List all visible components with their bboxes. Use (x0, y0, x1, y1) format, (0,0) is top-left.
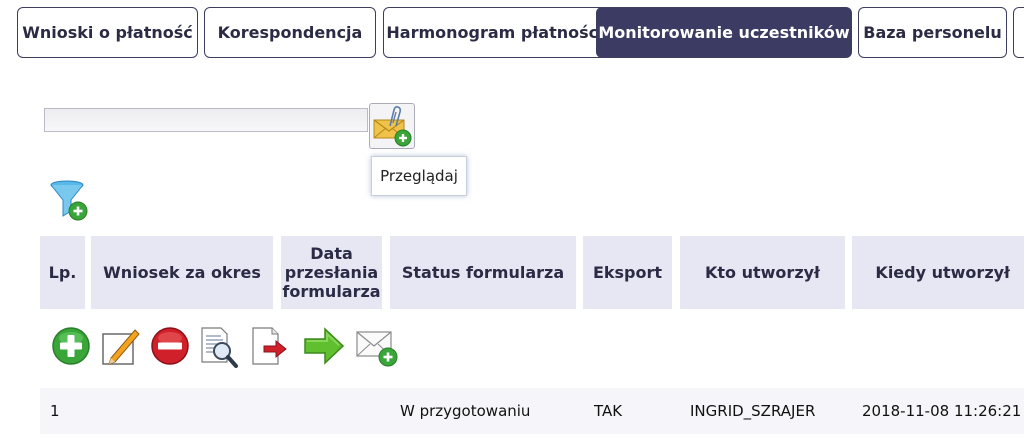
cell-kiedy-utworzyl: 2018-11-08 11:26:21 (862, 402, 1022, 420)
header-kiedy-utworzyl[interactable]: Kiedy utworzył (852, 236, 1024, 309)
header-kto-utworzyl[interactable]: Kto utworzył (680, 236, 845, 309)
cell-eksport: TAK (594, 402, 623, 420)
header-formularza-line: formularza (282, 282, 381, 301)
add-filter-button[interactable] (48, 180, 90, 226)
header-data-przeslania[interactable]: Data przesłania formularza (281, 236, 382, 309)
browse-tooltip: Przeglądaj (371, 156, 467, 196)
attach-mail-icon (373, 106, 412, 147)
tab-harmonogram-platnosci[interactable]: Harmonogram płatności (383, 7, 607, 58)
export-icon (252, 327, 287, 365)
cell-kto-utworzyl: INGRID_SZRAJER (690, 402, 816, 420)
tab-korespondencja[interactable]: Korespondencja (204, 7, 376, 58)
tab-wnioski-o-platnosc[interactable]: Wnioski o płatność (17, 7, 198, 58)
send-button[interactable] (303, 326, 345, 370)
edit-button[interactable] (101, 326, 141, 370)
add-icon (52, 327, 90, 365)
filter-add-icon (50, 180, 88, 221)
send-arrow-icon (304, 327, 345, 365)
tab-more[interactable] (1013, 7, 1024, 58)
header-wniosek-za-okres[interactable]: Wniosek za okres (91, 236, 273, 309)
cell-status: W przygotowaniu (400, 402, 531, 420)
delete-button[interactable] (150, 326, 190, 370)
browse-attachment-button[interactable] (369, 103, 415, 149)
preview-button[interactable] (199, 326, 239, 372)
header-przeslania-line: przesłania (284, 263, 379, 282)
delete-icon (151, 327, 189, 365)
file-path-input[interactable] (44, 108, 368, 132)
tab-bar: Wnioski o płatność Korespondencja Harmon… (17, 7, 1024, 60)
edit-icon (102, 329, 140, 365)
header-lp[interactable]: Lp. (40, 236, 85, 309)
tab-baza-personelu[interactable]: Baza personelu (858, 7, 1007, 58)
cell-lp: 1 (50, 402, 60, 420)
export-button[interactable] (250, 326, 290, 370)
attach-mail-icon (356, 331, 398, 367)
preview-icon (201, 327, 238, 368)
header-status-formularza[interactable]: Status formularza (390, 236, 576, 309)
attach-mail-button[interactable] (355, 326, 399, 372)
add-button[interactable] (51, 326, 91, 370)
header-data-line: Data (310, 244, 353, 263)
tab-monitorowanie-uczestnikow[interactable]: Monitorowanie uczestników (596, 7, 852, 58)
header-eksport[interactable]: Eksport (583, 236, 672, 309)
